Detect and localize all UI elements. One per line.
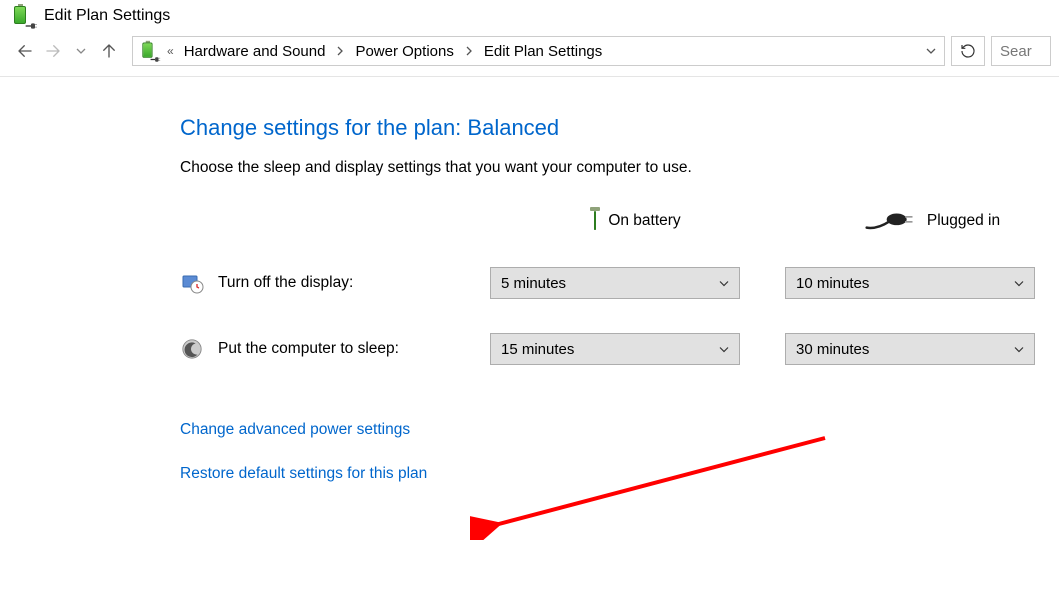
window-title: Edit Plan Settings	[44, 7, 170, 25]
title-bar: Edit Plan Settings	[0, 0, 1059, 34]
address-dropdown[interactable]	[922, 43, 940, 60]
chevron-down-icon	[719, 341, 729, 358]
up-button[interactable]	[98, 40, 120, 62]
sleep-battery-value: 15 minutes	[501, 341, 574, 358]
breadcrumb-edit-plan[interactable]: Edit Plan Settings	[478, 40, 608, 63]
breadcrumb-hardware-sound[interactable]: Hardware and Sound	[178, 40, 332, 63]
sleep-battery-dropdown[interactable]: 15 minutes	[490, 333, 740, 365]
column-label-plugged: Plugged in	[927, 212, 1000, 230]
display-plugged-value: 10 minutes	[796, 275, 869, 292]
column-header-battery: On battery	[490, 212, 745, 230]
nav-toolbar: « Hardware and Sound Power Options Edit …	[0, 34, 1059, 77]
row-display-label: Turn off the display:	[180, 271, 490, 295]
chevron-down-icon	[1014, 275, 1024, 292]
battery-icon	[594, 212, 596, 230]
column-label-battery: On battery	[608, 212, 680, 230]
column-header-plugged: Plugged in	[785, 209, 1040, 233]
display-timer-icon	[180, 271, 204, 295]
breadcrumb-power-options[interactable]: Power Options	[349, 40, 459, 63]
search-input[interactable]: Sear	[991, 36, 1051, 66]
refresh-button[interactable]	[951, 36, 985, 66]
display-battery-dropdown[interactable]: 5 minutes	[490, 267, 740, 299]
chevron-down-icon	[1014, 341, 1024, 358]
main-content: Change settings for the plan: Balanced C…	[0, 77, 1059, 483]
restore-defaults-link[interactable]: Restore default settings for this plan	[180, 465, 1059, 483]
search-placeholder: Sear	[1000, 43, 1032, 60]
row-display-text: Turn off the display:	[218, 274, 353, 292]
back-button[interactable]	[14, 40, 36, 62]
display-battery-value: 5 minutes	[501, 275, 566, 292]
chevron-right-icon	[333, 43, 347, 60]
power-options-icon	[139, 39, 161, 63]
page-subtext: Choose the sleep and display settings th…	[180, 159, 1059, 177]
settings-grid: On battery Plugged in	[180, 209, 1059, 365]
chevron-right-icon	[462, 43, 476, 60]
forward-button[interactable]	[42, 40, 64, 62]
address-bar[interactable]: « Hardware and Sound Power Options Edit …	[132, 36, 945, 66]
row-sleep-text: Put the computer to sleep:	[218, 340, 399, 358]
advanced-settings-link[interactable]: Change advanced power settings	[180, 421, 1059, 439]
links-section: Change advanced power settings Restore d…	[180, 421, 1059, 483]
power-options-icon	[12, 4, 36, 28]
display-plugged-dropdown[interactable]: 10 minutes	[785, 267, 1035, 299]
row-sleep-label: Put the computer to sleep:	[180, 337, 490, 361]
recent-dropdown[interactable]	[70, 40, 92, 62]
breadcrumb-overflow[interactable]: «	[163, 44, 176, 58]
plug-icon	[865, 209, 915, 233]
sleep-moon-icon	[180, 337, 204, 361]
sleep-plugged-value: 30 minutes	[796, 341, 869, 358]
chevron-down-icon	[719, 275, 729, 292]
sleep-plugged-dropdown[interactable]: 30 minutes	[785, 333, 1035, 365]
page-heading: Change settings for the plan: Balanced	[180, 115, 1059, 141]
